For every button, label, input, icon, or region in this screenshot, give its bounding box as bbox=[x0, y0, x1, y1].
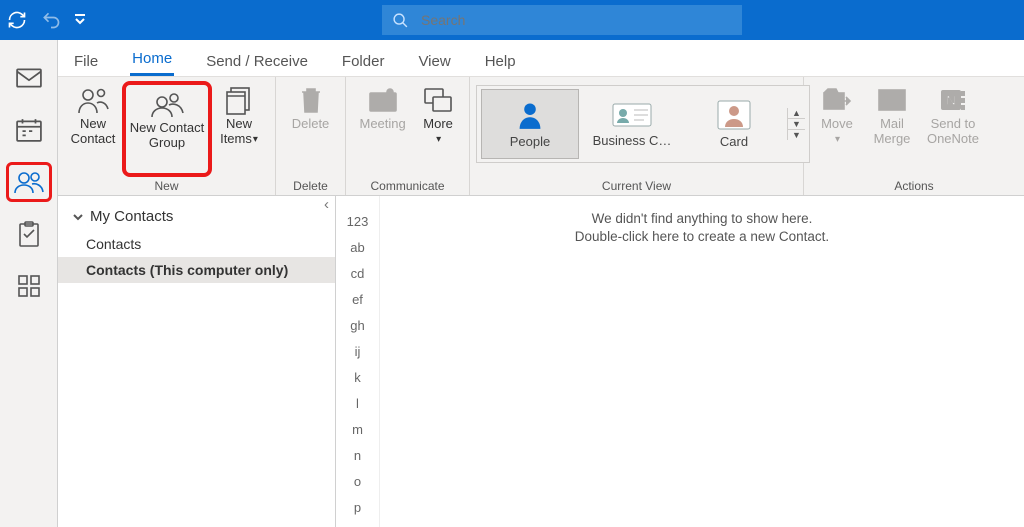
my-contacts-header[interactable]: My Contacts bbox=[58, 204, 335, 231]
rail-mail[interactable] bbox=[6, 58, 52, 98]
alpha-l[interactable]: l bbox=[336, 390, 379, 416]
rail-nav bbox=[0, 40, 58, 527]
view-business-label: Business C… bbox=[593, 133, 672, 148]
meeting-icon bbox=[368, 83, 398, 117]
undo-icon[interactable] bbox=[34, 0, 68, 40]
new-contact-group-label: New Contact Group bbox=[126, 121, 208, 151]
delete-label: Delete bbox=[292, 117, 330, 132]
alpha-gh[interactable]: gh bbox=[336, 312, 379, 338]
rail-tasks[interactable] bbox=[6, 214, 52, 254]
new-contact-group-button[interactable]: New Contact Group bbox=[122, 81, 212, 177]
tab-view[interactable]: View bbox=[416, 47, 452, 76]
gallery-more-icon[interactable]: ▼ bbox=[788, 130, 805, 140]
alpha-cd[interactable]: cd bbox=[336, 260, 379, 286]
svg-text:N: N bbox=[946, 92, 956, 108]
send-onenote-label: Send to OneNote bbox=[920, 117, 986, 147]
alpha-m[interactable]: m bbox=[336, 416, 379, 442]
more-communicate-icon bbox=[423, 83, 453, 117]
group-label-actions: Actions bbox=[804, 179, 1024, 195]
group-label-current-view: Current View bbox=[470, 179, 803, 195]
view-business-card[interactable]: Business C… bbox=[583, 89, 681, 159]
mail-merge-button: Mail Merge bbox=[864, 81, 920, 177]
ribbon-group-delete: Delete Delete bbox=[276, 77, 346, 195]
gallery-up-icon[interactable]: ▲ bbox=[788, 108, 805, 119]
new-items-icon bbox=[225, 83, 253, 117]
ribbon: New Contact New Contact Group New Items▾ bbox=[58, 76, 1024, 196]
qat-customize-icon[interactable] bbox=[68, 0, 92, 40]
meeting-label: Meeting bbox=[359, 117, 405, 132]
more-communicate-label: More▾ bbox=[423, 117, 453, 147]
gallery-down-icon[interactable]: ▼ bbox=[788, 119, 805, 130]
view-people[interactable]: People bbox=[481, 89, 579, 159]
group-label-new: New bbox=[58, 179, 275, 195]
more-communicate-button[interactable]: More▾ bbox=[413, 81, 463, 177]
trash-icon bbox=[299, 83, 323, 117]
collapse-pane-icon[interactable]: ‹ bbox=[324, 196, 329, 213]
refresh-icon[interactable] bbox=[0, 0, 34, 40]
ribbon-group-actions: Move▾ Mail Merge N Send to OneNote bbox=[804, 77, 1024, 195]
tab-folder[interactable]: Folder bbox=[340, 47, 387, 76]
search-icon bbox=[392, 12, 409, 29]
view-card[interactable]: Card bbox=[685, 89, 783, 159]
ribbon-group-current-view: People Business C… Card ▲ ▼ bbox=[470, 77, 804, 195]
mail-merge-icon bbox=[878, 83, 906, 117]
ribbon-tabs: File Home Send / Receive Folder View Hel… bbox=[58, 40, 1024, 76]
contacts-list-area[interactable]: We didn't find anything to show here. Do… bbox=[380, 196, 1024, 527]
new-items-button[interactable]: New Items▾ bbox=[212, 81, 266, 177]
alpha-o[interactable]: o bbox=[336, 468, 379, 494]
folder-pane: ‹ My Contacts Contacts Contacts (This co… bbox=[58, 196, 336, 527]
tab-file[interactable]: File bbox=[72, 47, 100, 76]
move-label: Move▾ bbox=[821, 117, 853, 147]
alpha-n[interactable]: n bbox=[336, 442, 379, 468]
alpha-index: 123 ab cd ef gh ij k l m n o p bbox=[336, 196, 380, 527]
search-box[interactable] bbox=[382, 5, 742, 35]
people-group-icon bbox=[149, 87, 185, 121]
person-icon bbox=[516, 100, 544, 130]
group-label-communicate: Communicate bbox=[346, 179, 469, 195]
tab-home[interactable]: Home bbox=[130, 44, 174, 76]
view-card-label: Card bbox=[720, 134, 748, 149]
rail-more[interactable] bbox=[6, 266, 52, 306]
new-contact-label: New Contact bbox=[64, 117, 122, 147]
nav-contacts[interactable]: Contacts bbox=[58, 231, 335, 257]
new-contact-button[interactable]: New Contact bbox=[64, 81, 122, 177]
alpha-ef[interactable]: ef bbox=[336, 286, 379, 312]
search-input[interactable] bbox=[421, 12, 732, 28]
delete-button: Delete bbox=[282, 81, 339, 177]
ribbon-group-new: New Contact New Contact Group New Items▾ bbox=[58, 77, 276, 195]
move-button: Move▾ bbox=[810, 81, 864, 177]
alpha-ab[interactable]: ab bbox=[336, 234, 379, 260]
meeting-button: Meeting bbox=[352, 81, 413, 177]
nav-contacts-local[interactable]: Contacts (This computer only) bbox=[58, 257, 335, 283]
chevron-down-icon bbox=[72, 211, 84, 223]
content-area: ‹ My Contacts Contacts Contacts (This co… bbox=[58, 196, 1024, 527]
rail-people[interactable] bbox=[6, 162, 52, 202]
title-bar bbox=[0, 0, 1024, 40]
view-gallery: People Business C… Card ▲ ▼ bbox=[476, 85, 810, 163]
alpha-ij[interactable]: ij bbox=[336, 338, 379, 364]
empty-state-text: We didn't find anything to show here. Do… bbox=[380, 210, 1024, 246]
view-people-label: People bbox=[510, 134, 550, 149]
my-contacts-label: My Contacts bbox=[90, 208, 173, 225]
rail-calendar[interactable] bbox=[6, 110, 52, 150]
send-to-onenote-button: N Send to OneNote bbox=[920, 81, 986, 177]
alpha-p[interactable]: p bbox=[336, 494, 379, 520]
tab-help[interactable]: Help bbox=[483, 47, 518, 76]
person-add-icon bbox=[77, 83, 109, 117]
move-icon bbox=[822, 83, 852, 117]
group-label-delete: Delete bbox=[276, 179, 345, 195]
tab-send-receive[interactable]: Send / Receive bbox=[204, 47, 310, 76]
new-items-label: New Items▾ bbox=[212, 117, 266, 147]
business-card-icon bbox=[612, 101, 652, 129]
ribbon-group-communicate: Meeting More▾ Communicate bbox=[346, 77, 470, 195]
mail-merge-label: Mail Merge bbox=[864, 117, 920, 147]
alpha-k[interactable]: k bbox=[336, 364, 379, 390]
gallery-scroll[interactable]: ▲ ▼ ▼ bbox=[787, 108, 805, 140]
card-icon bbox=[717, 100, 751, 130]
onenote-icon: N bbox=[940, 83, 966, 117]
alpha-123[interactable]: 123 bbox=[336, 208, 379, 234]
